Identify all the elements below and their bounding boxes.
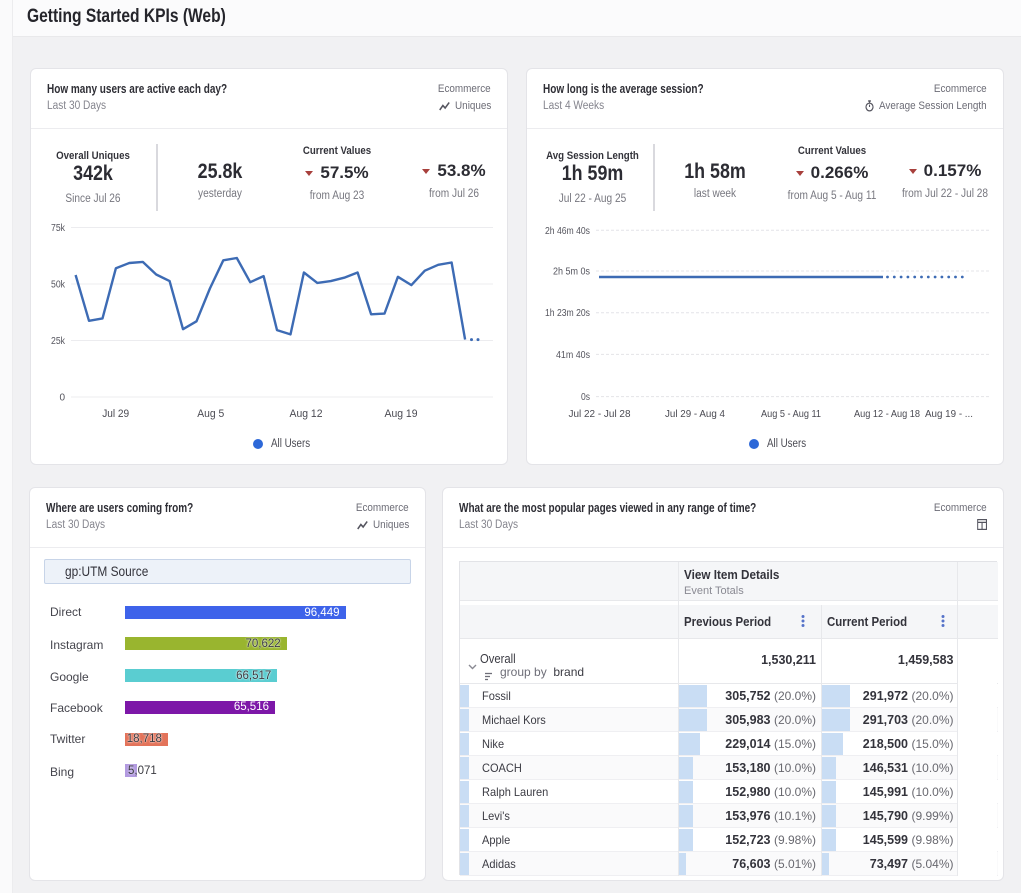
- svg-text:0: 0: [59, 393, 65, 404]
- svg-text:0s: 0s: [581, 392, 590, 403]
- svg-text:Aug 12: Aug 12: [290, 408, 323, 420]
- svg-text:Jul 29 - Aug 4: Jul 29 - Aug 4: [665, 408, 725, 420]
- svg-text:25k: 25k: [51, 336, 66, 347]
- svg-text:Aug 19: Aug 19: [385, 408, 418, 420]
- svg-text:Aug 19 - ...: Aug 19 - ...: [925, 408, 973, 420]
- svg-text:Jul 29: Jul 29: [102, 408, 129, 420]
- svg-text:Aug 12 - Aug 18: Aug 12 - Aug 18: [854, 408, 920, 420]
- svg-text:41m 40s: 41m 40s: [556, 350, 590, 361]
- svg-text:2h 5m 0s: 2h 5m 0s: [553, 267, 590, 278]
- svg-text:Aug 5 - Aug 11: Aug 5 - Aug 11: [761, 408, 821, 420]
- svg-text:50k: 50k: [51, 280, 66, 291]
- svg-text:75k: 75k: [51, 223, 66, 234]
- svg-text:1h 23m 20s: 1h 23m 20s: [545, 308, 590, 319]
- svg-text:2h 46m 40s: 2h 46m 40s: [545, 226, 590, 237]
- svg-text:Aug 5: Aug 5: [197, 408, 224, 420]
- svg-text:Jul 22 - Jul 28: Jul 22 - Jul 28: [569, 408, 631, 420]
